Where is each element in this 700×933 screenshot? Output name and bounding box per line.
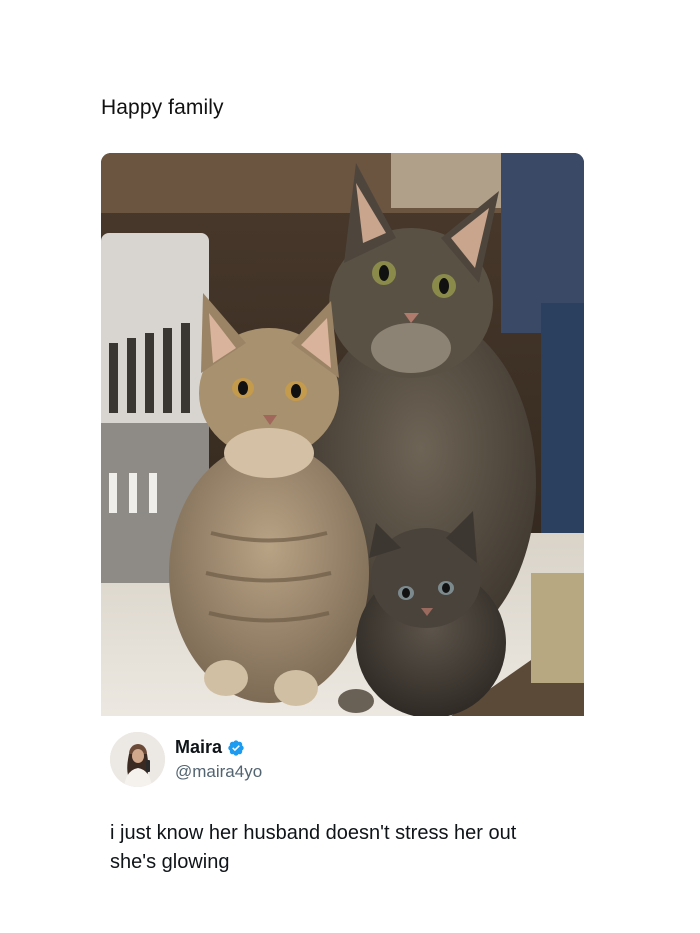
tweet-card[interactable]: Maira @maira4yo i just know her husband …	[101, 716, 584, 888]
verified-badge-icon	[227, 739, 245, 757]
avatar[interactable]	[110, 732, 165, 787]
post-caption: Happy family	[101, 96, 224, 119]
post-page: Happy family Maira @maira4yo i just know…	[0, 0, 700, 933]
tweet-text: i just know her husband doesn't stress h…	[110, 819, 575, 877]
cat-family-photo[interactable]	[101, 153, 584, 716]
tweet-text-line: she's glowing	[110, 851, 230, 873]
name-row: Maira	[175, 737, 245, 758]
tweet-text-line: i just know her husband doesn't stress h…	[110, 822, 517, 844]
display-name[interactable]: Maira	[175, 737, 222, 758]
user-handle[interactable]: @maira4yo	[175, 762, 262, 782]
